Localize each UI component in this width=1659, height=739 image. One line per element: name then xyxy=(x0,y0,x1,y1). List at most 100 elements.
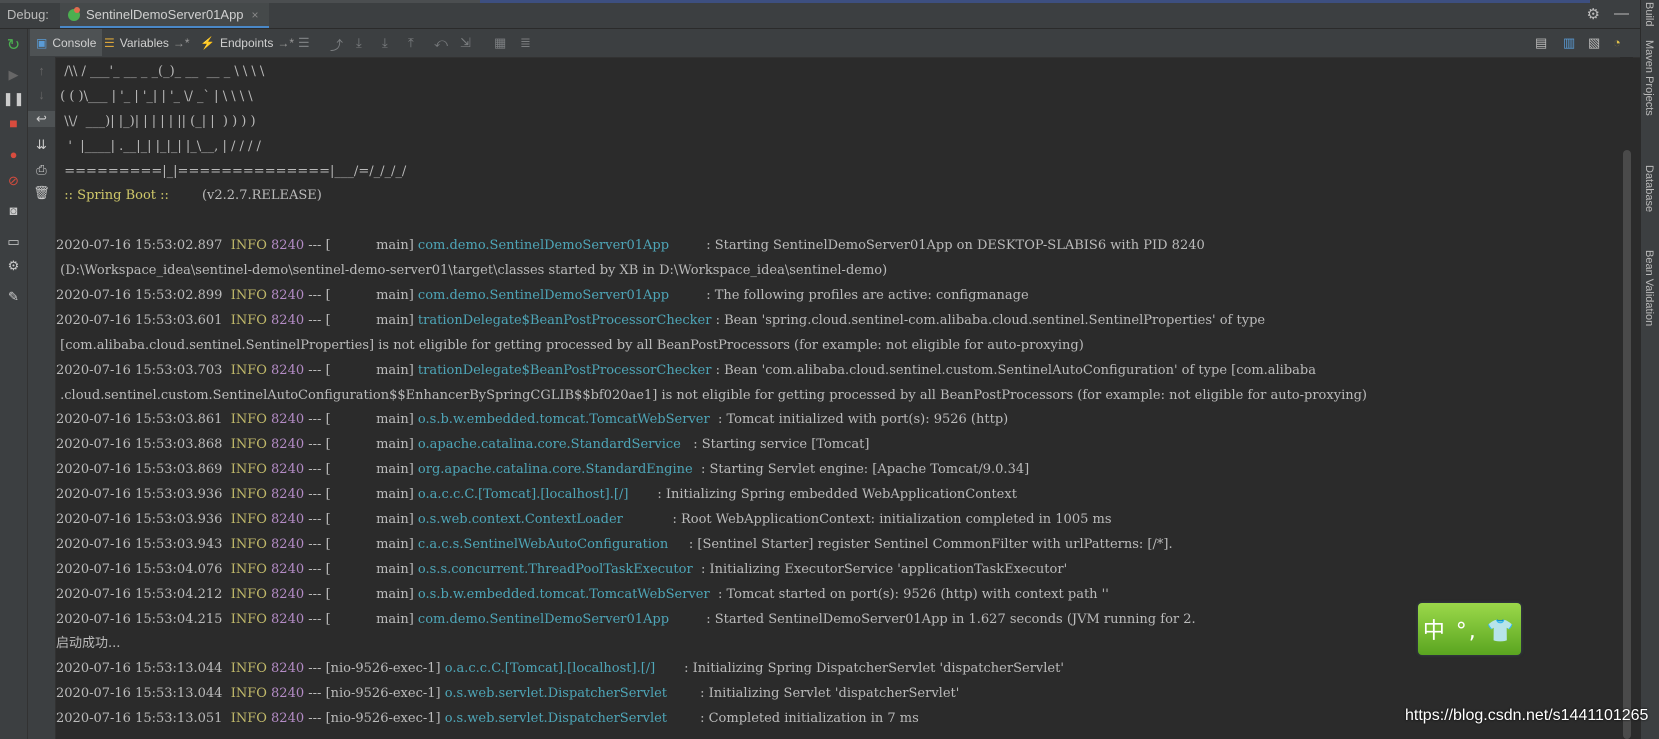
log-line: 2020-07-16 15:53:13.044 INFO 8240 --- [n… xyxy=(56,682,1616,707)
mute-breakpoints-icon[interactable]: ⊘ xyxy=(0,173,27,189)
log-message: : Bean 'spring.cloud.sentinel-com.alibab… xyxy=(711,312,1266,328)
log-logger: org.apache.catalina.core.StandardEngine xyxy=(417,462,697,478)
resume-icon[interactable]: ▶ xyxy=(0,67,27,83)
tab-endpoints[interactable]: ⚡ Endpoints →* xyxy=(196,29,298,56)
rerun-icon[interactable]: ↻ xyxy=(0,35,27,55)
log-message: : Starting service [Tomcat] xyxy=(689,437,870,453)
tab-variables[interactable]: ☰ Variables →* xyxy=(100,29,194,56)
console-output[interactable]: /\\ / ___'_ __ _ _(_)_ __ __ _ \ \ \ \ (… xyxy=(56,60,1616,739)
watermark: https://blog.csdn.net/s1441101265 xyxy=(1405,707,1649,724)
drop-frame-icon[interactable]: ⤺ xyxy=(434,35,448,51)
print-icon[interactable]: ⎙ xyxy=(28,162,55,178)
stack-icon[interactable]: ▧ xyxy=(1588,35,1600,51)
log-timestamp: 2020-07-16 15:53:03.601 xyxy=(56,312,223,328)
scrollbar-thumb[interactable] xyxy=(1623,150,1631,739)
log-message: : Tomcat started on port(s): 9526 (http)… xyxy=(713,586,1109,602)
step-into-icon[interactable]: ⤓ xyxy=(382,35,388,51)
log-pid: 8240 xyxy=(271,611,305,627)
log-logger: o.s.b.w.embedded.tomcat.TomcatWebServer xyxy=(417,586,714,602)
pin-icon[interactable]: ✎ xyxy=(0,289,27,305)
log-line: 2020-07-16 15:53:03.943 INFO 8240 --- [ … xyxy=(56,533,1616,558)
log-thread: --- [nio-9526-exec-1] xyxy=(304,661,441,677)
log-pid: 8240 xyxy=(271,362,305,378)
evaluate-icon[interactable]: ▦ xyxy=(494,35,506,51)
log-line: 2020-07-16 15:53:03.868 INFO 8240 --- [ … xyxy=(56,433,1616,458)
scroll-to-end-icon[interactable]: ⇊ xyxy=(28,137,55,153)
settings-icon[interactable]: ⚙ xyxy=(0,258,27,274)
show-execution-point-icon[interactable]: ⤴ xyxy=(330,35,343,54)
pause-icon[interactable]: ❚❚ xyxy=(0,91,27,107)
log-timestamp: 2020-07-16 15:53:02.899 xyxy=(56,288,223,304)
log-logger: o.apache.catalina.core.StandardService xyxy=(417,437,690,453)
variables-pin-icon: →* xyxy=(172,35,190,50)
log-message: : The following profiles are active: con… xyxy=(702,288,1029,304)
banner-line: \\/ ___)| |_)| | | | | || (_| | ) ) ) ) xyxy=(56,113,256,129)
log-timestamp: 2020-07-16 15:53:03.703 xyxy=(56,362,223,378)
log-level: INFO xyxy=(230,536,267,552)
log-message: : Initializing Spring embedded WebApplic… xyxy=(653,487,1017,503)
log-logger: o.s.web.servlet.DispatcherServlet xyxy=(444,686,696,702)
console-actions-bar: ↑ ↓ ↩ ⇊ ⎙ 🗑 xyxy=(28,57,56,739)
menu-icon[interactable]: ☰ xyxy=(298,35,310,51)
step-out-icon[interactable]: ⤒ xyxy=(408,35,414,51)
log-level: INFO xyxy=(230,462,267,478)
log-continuation: 启动成功... xyxy=(56,636,121,652)
console-icon: ▣ xyxy=(36,35,48,50)
spring-boot-line: :: Spring Boot :: (v2.2.7.RELEASE) xyxy=(56,184,1616,209)
ime-indicator[interactable]: 中 °, 👕 xyxy=(1418,603,1521,655)
log-logger: trationDelegate$BeanPostProcessorChecker xyxy=(417,312,712,328)
log-message: : Starting Servlet engine: [Apache Tomca… xyxy=(696,462,1030,478)
log-thread: --- [ main] xyxy=(304,362,414,378)
run-to-cursor-icon[interactable]: ⇲ xyxy=(460,35,471,51)
log-thread: --- [ main] xyxy=(304,561,414,577)
log-thread: --- [ main] xyxy=(304,462,414,478)
database-icon[interactable]: ▥ xyxy=(1563,35,1575,51)
log-line: 2020-07-16 15:53:13.051 INFO 8240 --- [n… xyxy=(56,707,1616,732)
log-continuation: (D:\Workspace_idea\sentinel-demo\sentine… xyxy=(56,263,888,279)
stop-icon[interactable]: ■ xyxy=(0,115,27,131)
log-message: : Starting SentinelDemoServer01App on DE… xyxy=(702,238,1205,254)
step-over-icon[interactable]: ⤓ xyxy=(356,35,362,51)
log-message: : Started SentinelDemoServer01App in 1.6… xyxy=(702,611,1196,627)
close-icon[interactable]: × xyxy=(252,8,259,22)
bean-validation-tool-tab[interactable]: Bean Validation xyxy=(1643,250,1655,326)
debug-toolbar: ▣ Console ☰ Variables →* ⚡ Endpoints →* … xyxy=(0,29,1640,58)
log-line: 2020-07-16 15:53:13.044 INFO 8240 --- [n… xyxy=(56,657,1616,682)
settings-icon[interactable]: ⚙ xyxy=(1587,5,1600,23)
up-arrow-icon[interactable]: ↑ xyxy=(28,63,55,78)
log-line: 2020-07-16 15:53:03.601 INFO 8240 --- [ … xyxy=(56,309,1616,334)
trash-icon[interactable]: 🗑 xyxy=(28,185,55,201)
camera-icon[interactable]: ◙ xyxy=(0,203,27,218)
tab-sentineldemoserver01app[interactable]: SentinelDemoServer01App × xyxy=(60,3,269,28)
build-tool-tab[interactable]: Build xyxy=(1643,2,1655,26)
banner-line: ( ( )\___ | '_ | '_| | '_ \/ _` | \ \ \ … xyxy=(56,88,253,104)
log-pid: 8240 xyxy=(271,711,305,727)
log-thread: --- [nio-9526-exec-1] xyxy=(304,711,441,727)
log-level: INFO xyxy=(230,661,267,677)
soft-wrap-icon[interactable]: ↩ xyxy=(28,111,55,127)
log-level: INFO xyxy=(230,611,267,627)
view-breakpoints-icon[interactable]: ● xyxy=(0,147,27,162)
maven-projects-tool-tab[interactable]: Maven Projects xyxy=(1643,40,1655,116)
down-arrow-icon[interactable]: ↓ xyxy=(28,87,55,102)
trace-icon[interactable]: ≣ xyxy=(520,35,531,51)
log-pid: 8240 xyxy=(271,238,305,254)
minimize-icon[interactable]: — xyxy=(1614,5,1629,23)
banner-line: /\\ / ___'_ __ _ _(_)_ __ __ _ \ \ \ \ xyxy=(56,64,265,79)
banner-line: ' |____| .__|_| |_|_| |_\__, | / / / / xyxy=(56,138,261,154)
log-logger: o.a.c.c.C.[Tomcat].[localhost].[/] xyxy=(444,661,681,677)
log-logger: o.s.b.w.embedded.tomcat.TomcatWebServer xyxy=(417,412,714,428)
variables-icon: ☰ xyxy=(104,35,115,50)
log-thread: --- [ main] xyxy=(304,512,414,528)
log-line: 2020-07-16 15:53:03.869 INFO 8240 --- [ … xyxy=(56,458,1616,483)
log-pid: 8240 xyxy=(271,561,305,577)
log-timestamp: 2020-07-16 15:53:03.936 xyxy=(56,487,223,503)
log-timestamp: 2020-07-16 15:53:03.868 xyxy=(56,437,223,453)
log-timestamp: 2020-07-16 15:53:02.897 xyxy=(56,238,223,254)
database-tool-tab[interactable]: Database xyxy=(1643,165,1655,212)
tab-console[interactable]: ▣ Console xyxy=(30,29,103,56)
layout-icon[interactable]: ▭ xyxy=(0,234,27,250)
log-level: INFO xyxy=(230,711,267,727)
layout-icon[interactable]: ▤ xyxy=(1535,35,1547,51)
gauge-icon[interactable]: ◔ xyxy=(1613,35,1621,50)
